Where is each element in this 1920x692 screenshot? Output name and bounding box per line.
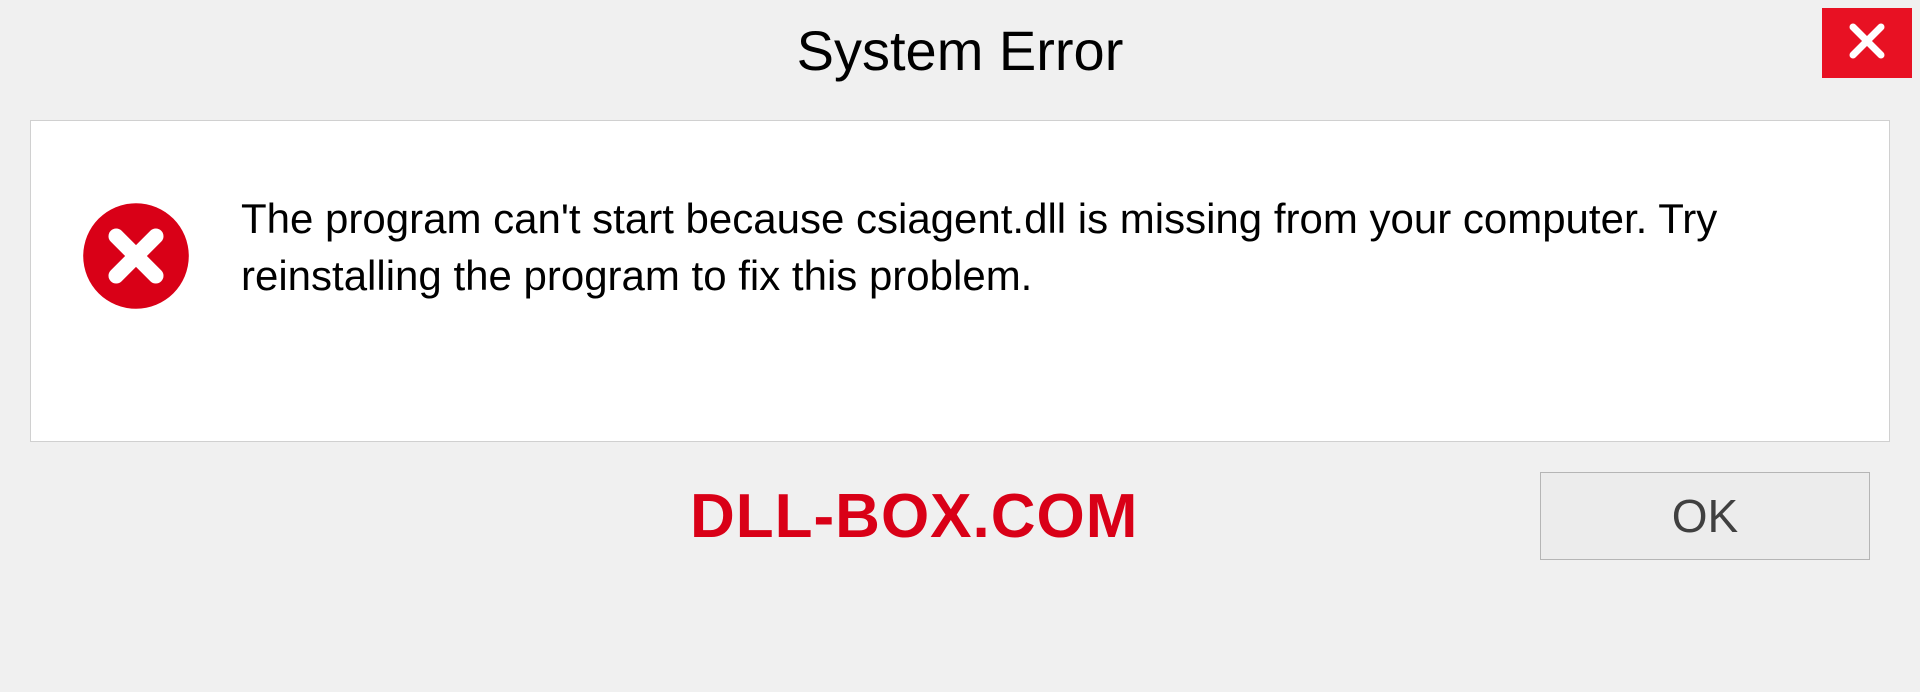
ok-button[interactable]: OK xyxy=(1540,472,1870,560)
dialog-body: The program can't start because csiagent… xyxy=(30,120,1890,442)
close-button[interactable] xyxy=(1822,8,1912,78)
error-icon xyxy=(81,201,191,311)
ok-button-label: OK xyxy=(1672,489,1738,543)
close-icon xyxy=(1846,20,1888,67)
watermark-text: DLL-BOX.COM xyxy=(690,481,1138,552)
title-bar: System Error xyxy=(0,0,1920,100)
bottom-bar: DLL-BOX.COM OK xyxy=(30,442,1890,560)
dialog-title: System Error xyxy=(797,18,1124,83)
error-message: The program can't start because csiagent… xyxy=(241,191,1829,304)
